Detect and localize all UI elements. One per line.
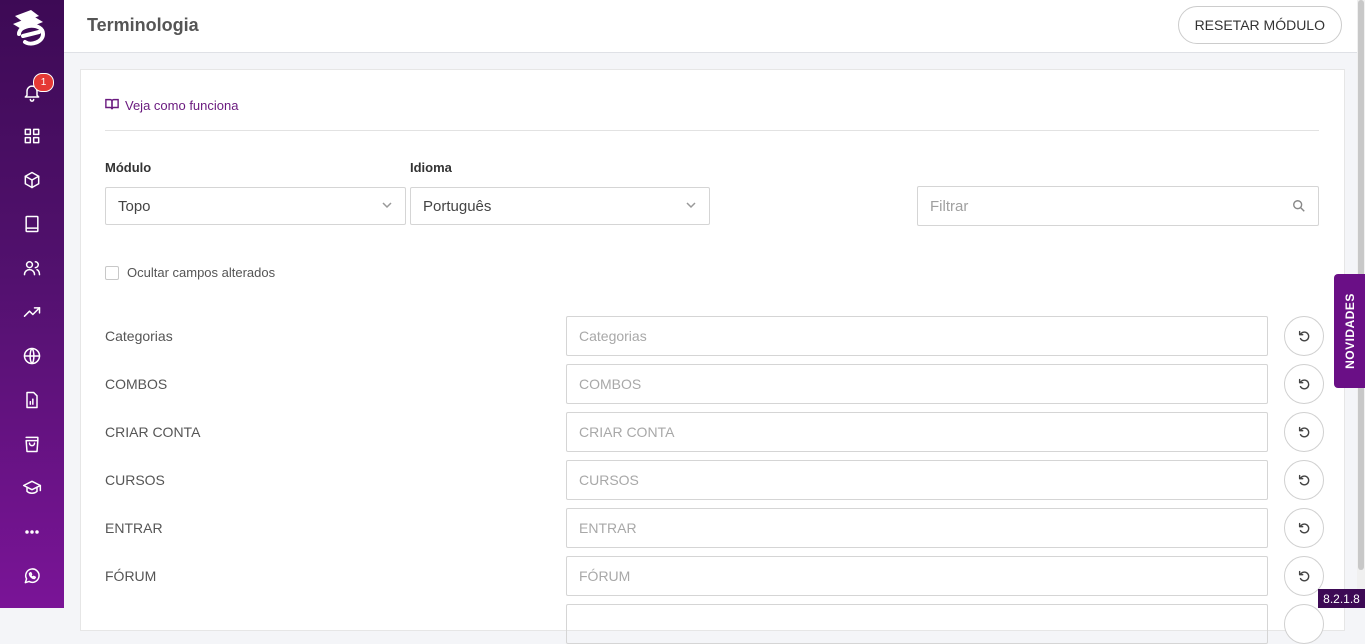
term-input[interactable] — [566, 364, 1268, 404]
term-label: FÓRUM — [105, 568, 157, 584]
undo-button[interactable] — [1284, 316, 1324, 356]
term-label: COMBOS — [105, 376, 168, 392]
reset-module-button[interactable]: RESETAR MÓDULO — [1177, 6, 1342, 44]
undo-icon — [1298, 474, 1310, 486]
term-row: CURSOS — [105, 460, 1325, 500]
hide-changed-label: Ocultar campos alterados — [127, 265, 276, 280]
version-badge: 8.2.1.8 — [1318, 589, 1365, 608]
book-icon[interactable] — [20, 212, 44, 236]
language-select[interactable]: Português — [410, 187, 710, 225]
term-row: CRIAR CONTA — [105, 412, 1325, 452]
undo-icon — [1298, 426, 1310, 438]
novidades-label: NOVIDADES — [1342, 293, 1357, 369]
term-input[interactable] — [566, 412, 1268, 452]
undo-icon — [1298, 570, 1310, 582]
term-input[interactable] — [566, 508, 1268, 548]
undo-icon — [1298, 330, 1310, 342]
chevron-down-icon — [685, 198, 697, 215]
notification-badge: 1 — [33, 73, 54, 92]
logo-icon[interactable] — [9, 6, 53, 50]
undo-button[interactable] — [1284, 508, 1324, 548]
chevron-down-icon — [381, 198, 393, 215]
undo-icon — [1298, 378, 1310, 390]
term-row: Categorias — [105, 316, 1325, 356]
terminology-card: Veja como funciona Módulo Topo Idioma Po… — [80, 69, 1345, 644]
term-input[interactable] — [566, 556, 1268, 596]
hide-changed-checkbox[interactable] — [105, 265, 119, 280]
term-label: CRIAR CONTA — [105, 424, 201, 440]
hide-changed-row: Ocultar campos alterados — [105, 265, 275, 280]
term-row: COMBOS — [105, 364, 1325, 404]
report-icon[interactable] — [20, 388, 44, 412]
filter-input[interactable] — [918, 197, 1282, 215]
graduation-cap-icon[interactable] — [20, 476, 44, 500]
undo-button[interactable] — [1284, 364, 1324, 404]
filter-field — [917, 186, 1319, 226]
whatsapp-icon[interactable] — [20, 564, 44, 588]
undo-button[interactable] — [1284, 412, 1324, 452]
term-input[interactable] — [566, 316, 1268, 356]
module-label: Módulo — [105, 160, 152, 175]
term-input[interactable] — [566, 460, 1268, 500]
language-label: Idioma — [410, 160, 452, 175]
page-title: Terminologia — [87, 15, 199, 35]
term-row: ENTRAR — [105, 508, 1325, 548]
sidebar: 1 — [0, 0, 64, 608]
term-input-partial[interactable] — [566, 604, 1268, 644]
undo-button[interactable] — [1284, 460, 1324, 500]
divider — [105, 130, 1319, 131]
term-row: FÓRUM — [105, 556, 1325, 596]
term-label: CURSOS — [105, 472, 165, 488]
term-label: ENTRAR — [105, 520, 163, 536]
search-icon[interactable] — [1292, 199, 1306, 218]
box-icon[interactable] — [20, 168, 44, 192]
undo-button[interactable] — [1284, 604, 1324, 644]
term-row-partial — [105, 604, 1325, 644]
module-select[interactable]: Topo — [105, 187, 406, 225]
undo-icon — [1298, 522, 1310, 534]
language-select-value: Português — [423, 197, 492, 215]
module-select-value: Topo — [118, 197, 151, 215]
shopping-bag-icon[interactable] — [20, 432, 44, 456]
more-icon[interactable] — [20, 520, 44, 544]
page-header: Terminologia RESETAR MÓDULO — [64, 0, 1357, 53]
term-label: Categorias — [105, 328, 173, 344]
howto-link[interactable]: Veja como funciona — [105, 97, 238, 114]
novidades-tab[interactable]: NOVIDADES — [1334, 274, 1365, 388]
globe-icon[interactable] — [20, 344, 44, 368]
users-icon[interactable] — [20, 256, 44, 280]
open-book-icon — [105, 97, 119, 114]
grid-icon[interactable] — [20, 124, 44, 148]
trending-icon[interactable] — [20, 300, 44, 324]
howto-link-label: Veja como funciona — [125, 98, 239, 113]
